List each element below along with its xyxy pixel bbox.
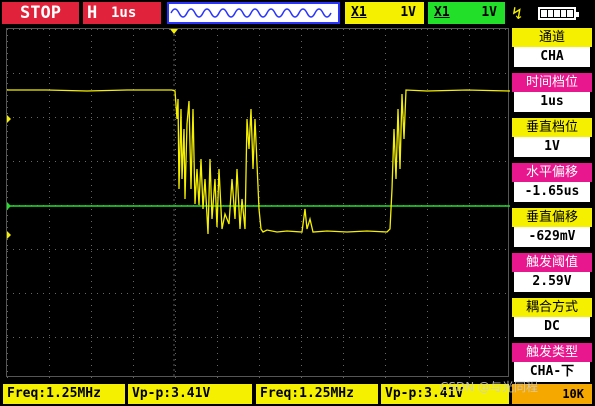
panel-item-label: 垂直档位: [512, 118, 592, 137]
scope-display[interactable]: [6, 28, 510, 378]
ch2-level-marker: [7, 202, 11, 210]
trigger-edge-icon: ↯: [512, 4, 523, 24]
panel-item-value: -629mV: [514, 227, 590, 247]
panel-item[interactable]: 耦合方式 DC: [512, 298, 592, 339]
panel-item-label: 触发阈值: [512, 253, 592, 272]
waveform-overview[interactable]: [167, 2, 340, 24]
timebase-indicator[interactable]: H 1us: [83, 2, 161, 24]
timebase-letter: H: [87, 3, 98, 23]
panel-item-value: CHA: [514, 47, 590, 67]
measurement-vpp-1[interactable]: Vp-p:3.41V: [128, 384, 252, 404]
ch1-probe-label: X1: [351, 5, 367, 20]
panel-item-label: 垂直偏移: [512, 208, 592, 227]
trigger-level-marker: [7, 231, 11, 239]
ch1-level-marker: [7, 115, 11, 123]
ch1-scale-indicator[interactable]: X1 1V: [345, 2, 424, 24]
timebase-value: 1us: [111, 5, 137, 21]
ch2-probe-label: X1: [434, 5, 450, 20]
top-status-bar: STOP H 1us X1 1V X1 1V ↯: [0, 0, 595, 28]
panel-item[interactable]: 垂直偏移 -629mV: [512, 208, 592, 249]
ch2-volts-value: 1V: [481, 5, 497, 20]
panel-item-value: -1.65us: [514, 182, 590, 202]
panel-item-label: 触发类型: [512, 343, 592, 362]
panel-item-label: 通道: [512, 28, 592, 47]
panel-item-label: 耦合方式: [512, 298, 592, 317]
trigger-position-marker: [170, 29, 178, 34]
panel-item[interactable]: 水平偏移 -1.65us: [512, 163, 592, 204]
panel-item-value: 1V: [514, 137, 590, 157]
grid-dots: [7, 29, 506, 378]
battery-icon: [538, 7, 579, 20]
waveform-plot: [7, 29, 510, 378]
run-stop-button[interactable]: STOP: [2, 2, 79, 24]
panel-item-value: DC: [514, 317, 590, 337]
panel-item[interactable]: 触发阈值 2.59V: [512, 253, 592, 294]
panel-item[interactable]: 时间档位 1us: [512, 73, 592, 114]
ch1-trace: [7, 89, 510, 235]
panel-item[interactable]: 垂直档位 1V: [512, 118, 592, 159]
panel-item[interactable]: 通道 CHA: [512, 28, 592, 69]
measurement-freq-2[interactable]: Freq:1.25MHz: [256, 384, 378, 404]
watermark-text: CSDN @与光同程: [440, 380, 539, 394]
sine-wave-icon: [170, 8, 332, 18]
ch2-scale-indicator[interactable]: X1 1V: [428, 2, 505, 24]
panel-item-value: 1us: [514, 92, 590, 112]
panel-item-label: 时间档位: [512, 73, 592, 92]
panel-item-label: 水平偏移: [512, 163, 592, 182]
measurement-freq-1[interactable]: Freq:1.25MHz: [3, 384, 125, 404]
settings-panel: 通道 CHA 时间档位 1us 垂直档位 1V 水平偏移 -1.65us 垂直偏移 -629mV 触…: [512, 28, 592, 388]
panel-item-value: 2.59V: [514, 272, 590, 292]
ch1-volts-value: 1V: [400, 5, 416, 20]
